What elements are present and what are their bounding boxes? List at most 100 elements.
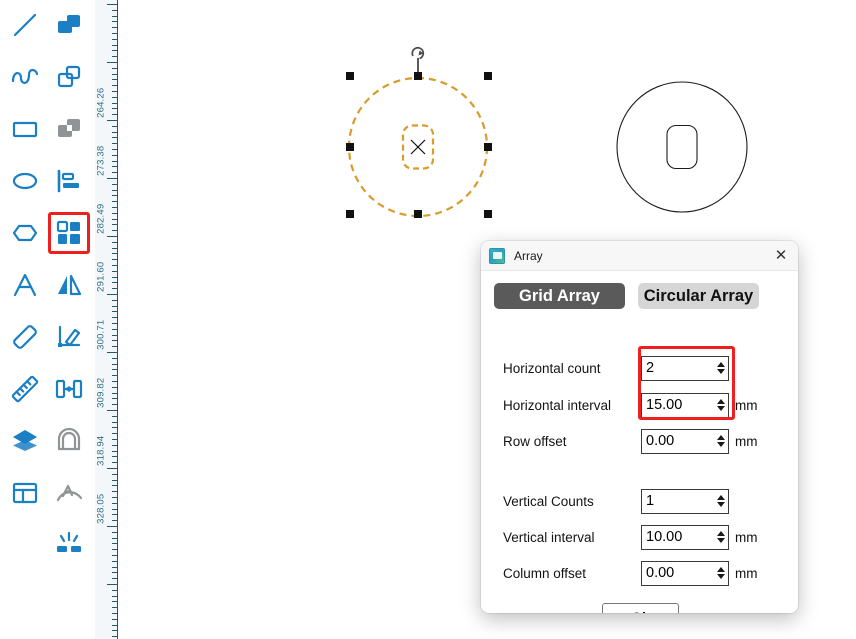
ruler-tick xyxy=(112,207,117,208)
ruler-tick xyxy=(112,625,117,626)
selection-handles[interactable] xyxy=(346,72,492,218)
ruler-tick xyxy=(112,567,117,568)
ruler-tick xyxy=(112,306,117,307)
ruler-tick xyxy=(112,364,117,365)
ruler-tick xyxy=(112,491,117,492)
spinner-vertical-counts[interactable] xyxy=(641,488,729,514)
close-icon[interactable]: ✕ xyxy=(770,245,792,266)
tool-intersect[interactable] xyxy=(48,108,90,150)
tool-ellipse[interactable] xyxy=(4,160,46,202)
ruler-tick xyxy=(112,451,117,452)
pen-angle-icon xyxy=(54,322,84,352)
ruler-tick xyxy=(112,439,117,440)
polygon-icon xyxy=(10,218,40,248)
ruler-tick xyxy=(112,346,117,347)
ruler-tick xyxy=(112,219,117,220)
input-vertical-counts[interactable] xyxy=(642,492,713,510)
spinner-row-offset[interactable] xyxy=(641,428,729,454)
tool-layers[interactable] xyxy=(4,420,46,462)
spinner-down-icon[interactable] xyxy=(716,406,725,411)
spinner-up-icon[interactable] xyxy=(716,435,725,440)
rotate-icon[interactable] xyxy=(411,46,425,72)
handle-mid-left[interactable] xyxy=(346,143,354,151)
ruler-tick xyxy=(112,259,117,260)
ruler-tick xyxy=(112,224,117,225)
spinner-down-icon[interactable] xyxy=(716,502,725,507)
handle-top-right[interactable] xyxy=(484,72,492,80)
input-vertical-interval[interactable] xyxy=(642,528,713,546)
handle-top-center[interactable] xyxy=(414,72,422,80)
spinner-up-icon[interactable] xyxy=(716,399,725,404)
handle-bottom-left[interactable] xyxy=(346,210,354,218)
layers-stack-icon xyxy=(10,426,40,456)
spinner-column-offset[interactable] xyxy=(641,560,729,586)
ruler-tick xyxy=(112,503,117,504)
ruler-tick xyxy=(112,265,117,266)
tool-subtract[interactable] xyxy=(48,56,90,98)
input-horizontal-interval[interactable] xyxy=(642,396,713,414)
spinner-vertical-interval[interactable] xyxy=(641,524,729,550)
tool-text[interactable] xyxy=(4,264,46,306)
tab-circular-array[interactable]: Circular Array xyxy=(638,283,759,309)
tool-mirror[interactable] xyxy=(48,264,90,306)
form-row-column-offset: Column offset mm xyxy=(481,560,798,586)
spinner-up-icon[interactable] xyxy=(716,531,725,536)
spinner-horizontal-interval[interactable] xyxy=(641,392,729,418)
ruler-tick xyxy=(112,56,117,57)
spinner-down-icon[interactable] xyxy=(716,442,725,447)
tool-eraser[interactable] xyxy=(4,316,46,358)
input-horizontal-count[interactable] xyxy=(642,359,713,377)
form-row-horizontal-count: Horizontal count xyxy=(481,355,798,381)
tool-line[interactable] xyxy=(4,4,46,46)
tool-frame[interactable] xyxy=(4,472,46,514)
tool-explode[interactable] xyxy=(48,524,90,566)
ruler-tick xyxy=(112,126,117,127)
tool-measure[interactable] xyxy=(4,368,46,410)
ruler-tick xyxy=(112,166,117,167)
ruler-tick xyxy=(112,85,117,86)
tool-polygon[interactable] xyxy=(4,212,46,254)
tool-polyline[interactable] xyxy=(4,56,46,98)
handle-bottom-right[interactable] xyxy=(484,210,492,218)
spinner-horizontal-count[interactable] xyxy=(641,355,729,381)
tool-text-on-path[interactable] xyxy=(48,472,90,514)
ruler-tick xyxy=(112,45,117,46)
vertical-ruler[interactable]: 264.26 273.38 282.49 291.60 300.71 309.82 318.… xyxy=(95,0,118,639)
input-column-offset[interactable] xyxy=(642,564,713,582)
spinner-down-icon[interactable] xyxy=(716,538,725,543)
boolean-union-icon xyxy=(54,10,84,40)
ok-button[interactable]: Ok xyxy=(602,603,679,613)
ruler-tick xyxy=(112,538,117,539)
handle-mid-right[interactable] xyxy=(484,143,492,151)
handle-top-left[interactable] xyxy=(346,72,354,80)
spinner-up-icon[interactable] xyxy=(716,567,725,572)
ruler-tick xyxy=(112,10,117,11)
tool-path-offset[interactable] xyxy=(48,420,90,462)
ruler-tick xyxy=(112,480,117,481)
handle-bottom-center[interactable] xyxy=(414,210,422,218)
tool-rectangle[interactable] xyxy=(4,108,46,150)
ruler-tick xyxy=(112,230,117,231)
spinner-arrows-row-offset xyxy=(713,430,728,453)
outer-circle-copy[interactable] xyxy=(616,81,748,213)
tool-distribute[interactable] xyxy=(48,368,90,410)
tool-align[interactable] xyxy=(48,160,90,202)
tab-grid-array[interactable]: Grid Array xyxy=(494,283,625,309)
input-row-offset[interactable] xyxy=(642,432,713,450)
tool-union[interactable] xyxy=(48,4,90,46)
spinner-down-icon[interactable] xyxy=(716,369,725,374)
ruler-tick xyxy=(112,636,117,637)
spinner-up-icon[interactable] xyxy=(716,362,725,367)
dialog-titlebar: Array ✕ xyxy=(481,241,798,271)
tool-offset-edit[interactable] xyxy=(48,316,90,358)
form-row-row-offset: Row offset mm xyxy=(481,428,798,454)
tool-array[interactable] xyxy=(48,212,90,254)
ruler-tick xyxy=(112,427,117,428)
spinner-down-icon[interactable] xyxy=(716,574,725,579)
explode-icon xyxy=(54,530,84,560)
rectangle-icon xyxy=(10,114,40,144)
inner-rounded-rect-copy[interactable] xyxy=(666,124,698,170)
ruler-label: 328.05 xyxy=(95,493,106,524)
spinner-up-icon[interactable] xyxy=(716,495,725,500)
unit-row-offset: mm xyxy=(735,433,758,449)
